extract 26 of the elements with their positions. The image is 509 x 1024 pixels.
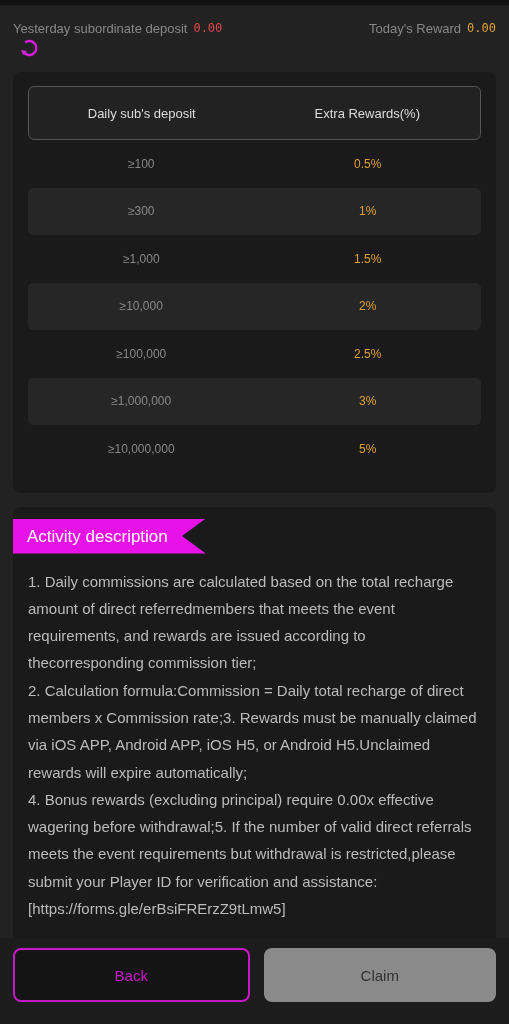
reward-value: 0.00 <box>467 21 496 36</box>
table-cell-text: 0.5% <box>353 156 383 171</box>
reward-label: Today's Reward <box>369 21 462 36</box>
deposit-label: Yesterday subordinate deposit <box>13 21 188 36</box>
table-cell-text: ≥1,000 <box>121 251 161 266</box>
table-cell-text: 3% <box>358 394 378 409</box>
table-cell-text: 1% <box>358 204 378 219</box>
table-cell-text: ≥100 <box>126 156 156 171</box>
column-header: Daily sub's deposit <box>86 105 197 121</box>
description-paragraph: 2. Calculation formula:Commission = Daily total recharge of direct members x Commission rate;3. Rewards must be manually claimed via iOS APP, Android APP, iOS H5, or Android H5.Unclaimed rewards will expire automatically; <box>28 680 478 783</box>
table-cell-text: ≥10,000 <box>118 299 164 314</box>
deposit-value: 0.00 <box>193 21 223 36</box>
column-header: Extra Rewards(%) <box>313 105 421 121</box>
table-cell-text: 2.5% <box>353 346 383 361</box>
description-paragraph: 4. Bonus rewards (excluding principal) require 0.00x effective wagering before withdrawal;5. If the number of valid direct referrals meets the event requirements but withdrawal is restricted,please submit your Player ID for verification and assistance: [https://forms.gle/erBsiFRErzZ9tLmw5] <box>28 789 473 920</box>
table-cell-text: ≥300 <box>126 204 156 219</box>
table-cell-text: 2% <box>358 299 378 314</box>
table-cell-text: ≥10,000,000 <box>106 441 176 456</box>
table-cell-text: ≥1,000,000 <box>110 394 173 409</box>
table-cell-text: ≥100,000 <box>115 346 168 361</box>
description-paragraph: 1. Daily commissions are calculated based on the total recharge amount of direct referredmembers that meets the event requirements, and rewards are issued according to thecorresponding commission tier; <box>28 571 455 674</box>
table-cell-text: 1.5% <box>353 251 383 266</box>
section-ribbon: Activity description <box>13 518 206 554</box>
refresh-icon[interactable] <box>19 38 39 58</box>
back-button[interactable]: Back <box>13 948 250 1002</box>
table-cell-text: 5% <box>358 441 378 456</box>
